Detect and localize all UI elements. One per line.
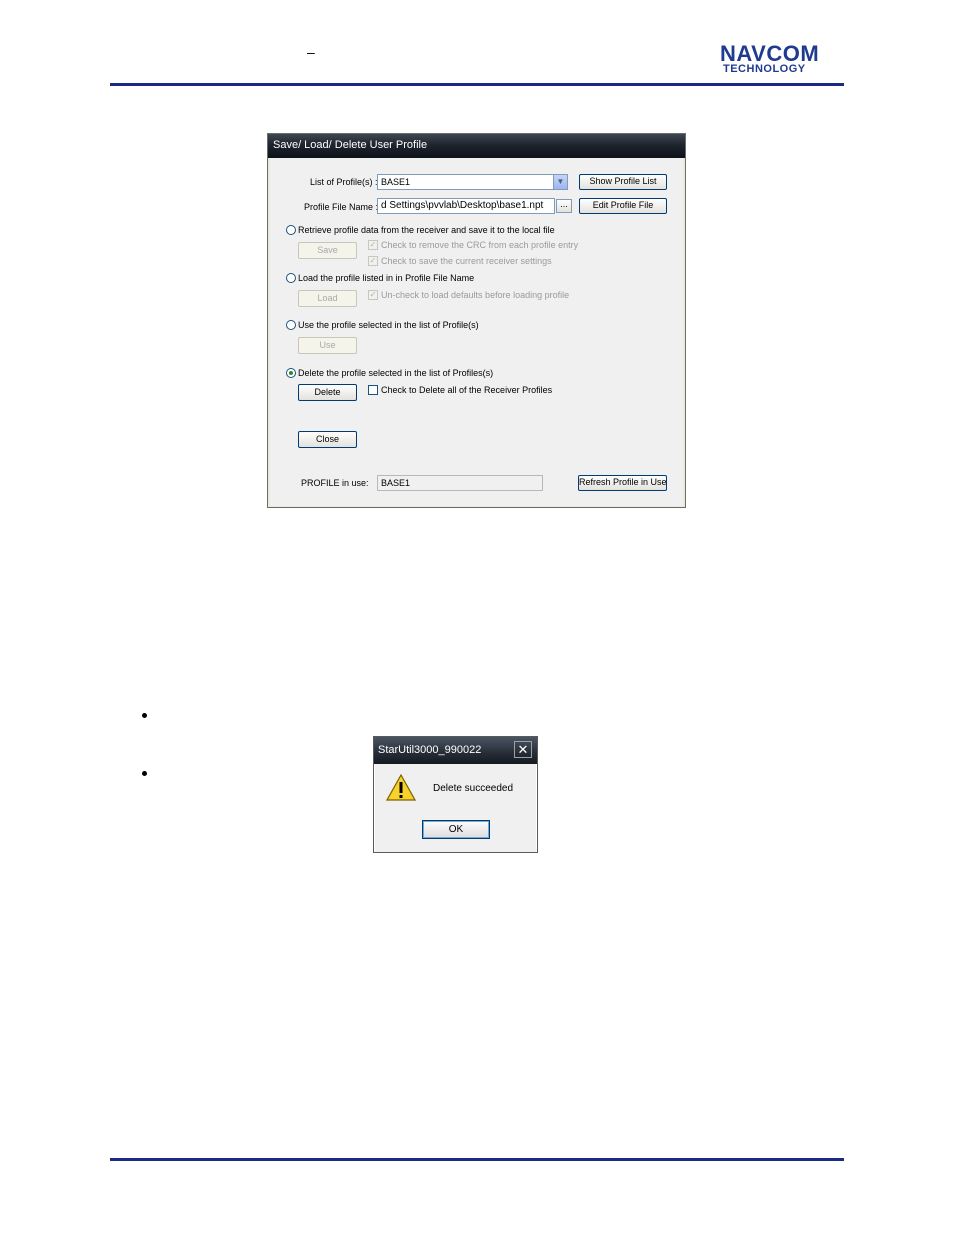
delete-all-label: Check to Delete all of the Receiver Prof… bbox=[381, 385, 553, 395]
msgbox-body: Delete succeeded OK bbox=[375, 764, 536, 852]
load-button[interactable]: Load bbox=[298, 290, 357, 307]
radio-use[interactable] bbox=[286, 320, 296, 330]
uncheck-defaults-label: Un-check to load defaults before loading… bbox=[381, 290, 570, 300]
checkbox-uncheck-defaults[interactable]: ✓ bbox=[368, 290, 378, 300]
navcom-logo: NAVCOM TECHNOLOGY bbox=[720, 43, 843, 75]
delete-button[interactable]: Delete bbox=[298, 384, 357, 401]
profile-in-use-label: PROFILE in use: bbox=[301, 478, 369, 488]
profile-in-use-field: BASE1 bbox=[377, 475, 543, 491]
profile-file-field[interactable]: d Settings\pvvlab\Desktop\base1.npt bbox=[377, 198, 555, 214]
delete-option-label: Delete the profile selected in the list … bbox=[298, 368, 494, 378]
use-button[interactable]: Use bbox=[298, 337, 357, 354]
msgbox-message: Delete succeeded bbox=[433, 783, 514, 794]
show-profile-list-button[interactable]: Show Profile List bbox=[579, 174, 667, 190]
msgbox-titlebar: StarUtil3000_990022 ✕ bbox=[374, 737, 537, 764]
radio-load[interactable] bbox=[286, 273, 296, 283]
profile-list-label: List of Profile(s) : bbox=[310, 177, 378, 187]
bullet-1 bbox=[142, 713, 147, 718]
checkbox-remove-crc[interactable]: ✓ bbox=[368, 240, 378, 250]
dialog-titlebar: Save/ Load/ Delete User Profile bbox=[268, 134, 685, 158]
browse-button[interactable]: ... bbox=[556, 199, 572, 213]
logo-wordmark: NAVCOM bbox=[720, 41, 820, 66]
warning-icon bbox=[386, 774, 416, 801]
delete-message-box: StarUtil3000_990022 ✕ Delete succeeded O… bbox=[373, 736, 538, 853]
save-button[interactable]: Save bbox=[298, 242, 357, 259]
bullet-2 bbox=[142, 771, 147, 776]
close-button[interactable]: Close bbox=[298, 431, 357, 448]
logo-subtitle: TECHNOLOGY bbox=[723, 63, 806, 75]
profile-list-value: BASE1 bbox=[381, 177, 411, 187]
profile-list-combo[interactable]: BASE1 ▼ bbox=[377, 174, 568, 190]
retrieve-option-label: Retrieve profile data from the receiver … bbox=[298, 225, 555, 235]
user-profile-dialog: Save/ Load/ Delete User Profile List of … bbox=[267, 133, 686, 508]
profile-file-label: Profile File Name : bbox=[304, 202, 379, 212]
edit-profile-file-button[interactable]: Edit Profile File bbox=[579, 198, 667, 214]
header-rule bbox=[110, 83, 844, 86]
chevron-down-icon[interactable]: ▼ bbox=[553, 175, 567, 189]
refresh-profile-button[interactable]: Refresh Profile in Use bbox=[578, 475, 667, 491]
radio-retrieve[interactable] bbox=[286, 225, 296, 235]
dialog-body: List of Profile(s) : BASE1 ▼ Show Profil… bbox=[270, 158, 683, 506]
checkbox-save-current[interactable]: ✓ bbox=[368, 256, 378, 266]
use-option-label: Use the profile selected in the list of … bbox=[298, 320, 479, 330]
load-option-label: Load the profile listed in in Profile Fi… bbox=[298, 273, 475, 283]
ok-button[interactable]: OK bbox=[422, 820, 490, 839]
close-icon[interactable]: ✕ bbox=[514, 741, 532, 758]
checkbox-delete-all[interactable] bbox=[368, 385, 378, 395]
remove-crc-label: Check to remove the CRC from each profil… bbox=[381, 240, 579, 250]
header-dash: – bbox=[307, 44, 315, 60]
footer-rule bbox=[110, 1158, 844, 1161]
msgbox-title: StarUtil3000_990022 bbox=[378, 744, 482, 756]
radio-delete[interactable] bbox=[286, 368, 296, 378]
dialog-title: Save/ Load/ Delete User Profile bbox=[273, 139, 428, 151]
save-current-label: Check to save the current receiver setti… bbox=[381, 256, 552, 266]
